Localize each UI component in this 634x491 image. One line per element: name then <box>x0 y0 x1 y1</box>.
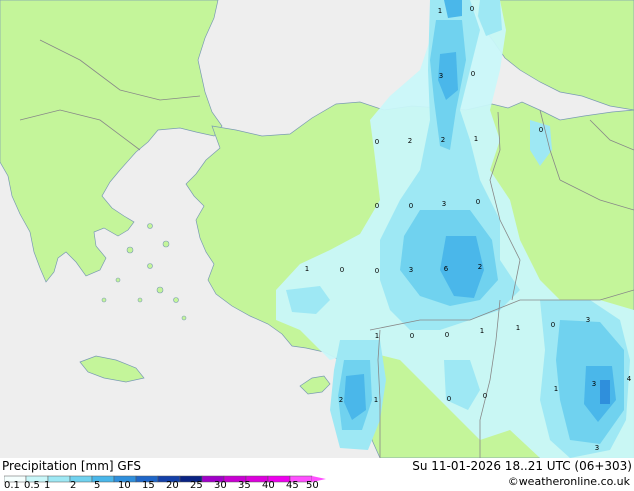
precip-value: 3 <box>592 380 596 388</box>
precip-value: 0 <box>447 395 451 403</box>
scale-tick-label: 10 <box>118 480 131 491</box>
precip-value: 0 <box>476 198 480 206</box>
precip-value: 2 <box>339 396 343 404</box>
precip-value: 2 <box>441 136 445 144</box>
precip-value: 4 <box>627 375 632 383</box>
precip-value: 3 <box>442 200 446 208</box>
scale-tick-label: 40 <box>262 480 275 491</box>
scale-tick-label: 35 <box>238 480 251 491</box>
precip-value: 0 <box>375 267 379 275</box>
precip-value: 1 <box>554 385 558 393</box>
precip-value: 1 <box>305 265 309 273</box>
precip-value: 0 <box>483 392 487 400</box>
precip-value: 1 <box>516 324 520 332</box>
scale-tick-label: 2 <box>70 480 77 491</box>
precip-value: 3 <box>409 266 413 274</box>
scale-tick-label: 5 <box>94 480 101 491</box>
scale-tick-label: 50 <box>306 480 319 491</box>
precip-value: 1 <box>474 135 478 143</box>
precip-value: 1 <box>375 332 379 340</box>
precip-value: 3 <box>586 316 590 324</box>
model-name: GFS <box>117 459 141 473</box>
title-text: Precipitation [mm] <box>2 459 114 473</box>
scale-tick-label: 25 <box>190 480 203 491</box>
precip-blue-core <box>600 380 610 404</box>
precip-value: 0 <box>409 202 413 210</box>
precip-value: 0 <box>471 70 475 78</box>
precip-value: 0 <box>470 5 474 13</box>
map-footer: Precipitation [mm] GFS Su 11-01-2026 18.… <box>0 458 634 491</box>
scale-tick-label: 30 <box>214 480 227 491</box>
precip-value: 1 <box>374 396 378 404</box>
scale-tick-label: 1 <box>44 480 51 491</box>
scale-swatch <box>47 475 71 483</box>
precip-value: 0 <box>410 332 414 340</box>
precip-value: 3 <box>595 444 599 452</box>
precip-value: 0 <box>375 202 379 210</box>
credit-text: ©weatheronline.co.uk <box>507 475 630 488</box>
scale-tick-label: 0.5 <box>24 480 40 491</box>
scale-tick-label: 45 <box>286 480 299 491</box>
precip-value: 0 <box>375 138 379 146</box>
scale-tick-label: 20 <box>166 480 179 491</box>
precip-value: 1 <box>438 7 442 15</box>
precip-value: 0 <box>551 321 555 329</box>
precip-value: 0 <box>445 331 449 339</box>
scale-tick-label: 15 <box>142 480 155 491</box>
precip-value: 6 <box>444 265 449 273</box>
valid-time: Su 11-01-2026 18..21 UTC (06+303) <box>412 459 632 473</box>
scale-tick-label: 0.1 <box>4 480 20 491</box>
precipitation-map: 1 0 3 0 0 2 2 1 0 0 0 3 0 1 0 0 3 6 2 1 0 0 1 1 0 3 2 1 0 0 1 3 4 3 <box>0 0 634 459</box>
precip-value: 3 <box>439 72 443 80</box>
map-title: Precipitation [mm] GFS <box>2 459 141 473</box>
precip-value: 0 <box>539 126 543 134</box>
precip-value: 1 <box>480 327 484 335</box>
precip-value: 2 <box>478 263 482 271</box>
precip-value: 0 <box>340 266 344 274</box>
precip-value: 2 <box>408 137 412 145</box>
